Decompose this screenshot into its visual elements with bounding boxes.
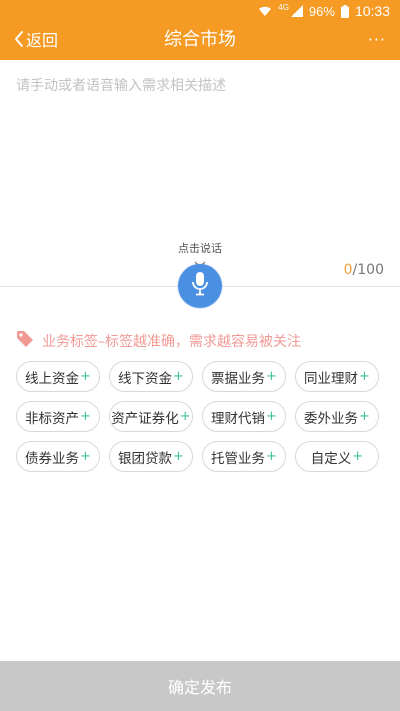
add-icon: +	[80, 369, 91, 384]
tag-label: 资产证券化	[111, 410, 179, 427]
battery-percent: 96%	[308, 3, 335, 19]
mic-button[interactable]	[178, 264, 222, 308]
tag-syndicated-loans[interactable]: 银团贷款 +	[109, 441, 193, 472]
add-icon: +	[359, 369, 370, 384]
description-input[interactable]	[16, 75, 386, 225]
add-icon: +	[179, 409, 191, 424]
signal-icon	[290, 5, 303, 17]
add-icon: +	[173, 449, 184, 464]
tag-label: 理财代销	[211, 410, 266, 427]
tag-label: 自定义	[310, 450, 352, 467]
add-icon: +	[266, 409, 277, 424]
page-title: 综合市场	[164, 29, 236, 50]
tag-interbank-wealth[interactable]: 同业理财 +	[295, 361, 379, 392]
tag-wealth-distribution[interactable]: 理财代销 +	[202, 401, 286, 432]
tag-custom[interactable]: 自定义 +	[295, 441, 379, 472]
network-type: 4G	[278, 2, 289, 12]
add-icon: +	[173, 369, 184, 384]
microphone-icon	[191, 271, 209, 301]
tag-bill-business[interactable]: 票据业务 +	[202, 361, 286, 392]
tag-label: 线上资金	[25, 370, 80, 387]
tag-label: 非标资产	[25, 410, 80, 427]
add-icon: +	[266, 449, 277, 464]
tag-label: 线下资金	[118, 370, 173, 387]
char-counter: 0/100	[344, 262, 384, 278]
tag-outsourced-business[interactable]: 委外业务 +	[295, 401, 379, 432]
tag-online-funds[interactable]: 线上资金 +	[16, 361, 100, 392]
tag-label: 同业理财	[304, 370, 359, 387]
clock: 10:33	[354, 3, 390, 19]
char-count-total: /100	[352, 262, 384, 278]
tag-offline-funds[interactable]: 线下资金 +	[109, 361, 193, 392]
status-bar: 4G 96% 10:33	[0, 0, 400, 22]
tag-label: 债券业务	[25, 450, 80, 467]
tag-securitization[interactable]: 资产证券化 +	[109, 401, 193, 432]
tag-bond-business[interactable]: 债券业务 +	[16, 441, 100, 472]
add-icon: +	[80, 449, 91, 464]
tag-icon	[16, 330, 42, 352]
add-icon: +	[266, 369, 277, 384]
add-icon: +	[359, 409, 370, 424]
status-icons: 4G 96% 10:33	[258, 3, 390, 19]
tag-nonstandard-assets[interactable]: 非标资产 +	[16, 401, 100, 432]
title-bar: 返回 综合市场 ···	[0, 22, 400, 60]
tag-label: 托管业务	[211, 450, 266, 467]
tag-hint-text: 业务标签–标签越准确，需求越容易被关注	[42, 334, 301, 350]
wifi-icon	[258, 5, 272, 17]
tag-list: 线上资金 + 线下资金 + 票据业务 + 同业理财 + 非标资产 + 资产证券化 + 理财代…	[16, 361, 388, 472]
battery-icon	[340, 4, 349, 18]
publish-button[interactable]: 确定发布	[0, 661, 400, 711]
tag-label: 银团贷款	[118, 450, 173, 467]
char-count-used: 0	[343, 262, 353, 278]
tag-hint: 业务标签–标签越准确，需求越容易被关注	[16, 330, 301, 352]
add-icon: +	[352, 449, 364, 464]
tag-label: 委外业务	[304, 410, 359, 427]
add-icon: +	[80, 409, 91, 424]
tag-custody-business[interactable]: 托管业务 +	[202, 441, 286, 472]
more-menu-icon[interactable]: ···	[368, 30, 386, 49]
tag-label: 票据业务	[211, 370, 266, 387]
